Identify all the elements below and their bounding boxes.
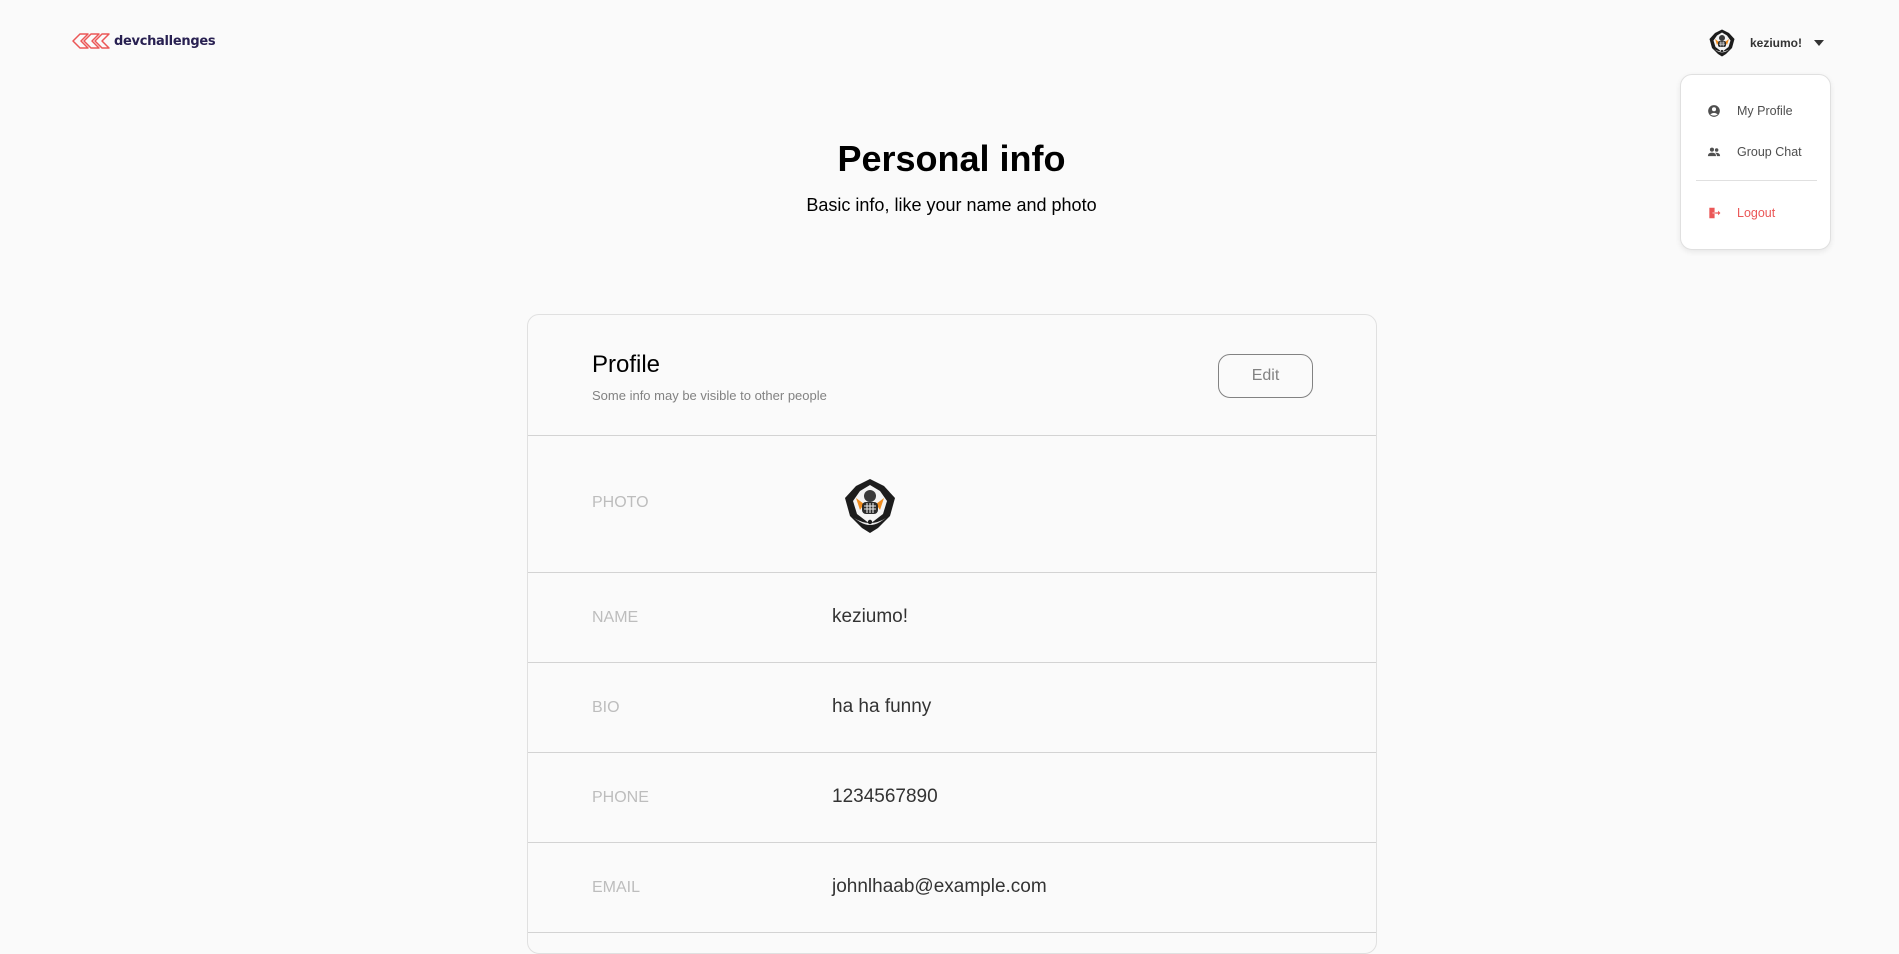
caret-down-icon: [1814, 40, 1825, 46]
photo-label: PHOTO: [592, 494, 649, 511]
email-row: EMAIL johnlhaab@example.com: [528, 843, 1376, 933]
profile-title: Profile: [592, 351, 661, 378]
edit-button[interactable]: Edit: [1218, 354, 1313, 398]
profile-card-header: Profile Some info may be visible to othe…: [528, 315, 1376, 436]
profile-subtitle: Some info may be visible to other people: [592, 388, 827, 403]
brand-name: devchallenges: [114, 33, 216, 49]
name-value: keziumo!: [832, 606, 909, 627]
account-circle-icon: [1708, 105, 1720, 117]
bio-label: BIO: [592, 699, 620, 716]
email-value: johnlhaab@example.com: [832, 876, 1047, 897]
page-title: Personal info: [837, 138, 1066, 179]
menu-item-label: My Profile: [1737, 104, 1793, 118]
devchallenges-logo[interactable]: devchallenges: [71, 31, 216, 51]
page-subtitle: Basic info, like your name and photo: [806, 195, 1097, 215]
logo-mark-icon: [72, 33, 110, 49]
user-menu-toggle[interactable]: keziumo!: [1707, 28, 1825, 58]
phone-value: 1234567890: [832, 786, 938, 807]
phone-label: PHONE: [592, 789, 649, 806]
name-label: NAME: [592, 609, 639, 626]
photo-row: PHOTO: [528, 436, 1376, 573]
menu-item-my-profile[interactable]: My Profile: [1694, 95, 1818, 127]
menu-divider: [1696, 180, 1817, 181]
profile-photo: [840, 476, 900, 536]
bio-row: BIO ha ha funny: [528, 663, 1376, 753]
email-label: EMAIL: [592, 879, 641, 896]
top-navbar: devchallenges keziumo!: [0, 0, 1899, 80]
bio-value: ha ha funny: [832, 696, 932, 717]
name-row: NAME keziumo!: [528, 573, 1376, 663]
profile-card: Profile Some info may be visible to othe…: [527, 314, 1377, 954]
avatar: [1707, 28, 1737, 58]
username-label: keziumo!: [1750, 36, 1803, 50]
phone-row: PHONE 1234567890: [528, 753, 1376, 843]
